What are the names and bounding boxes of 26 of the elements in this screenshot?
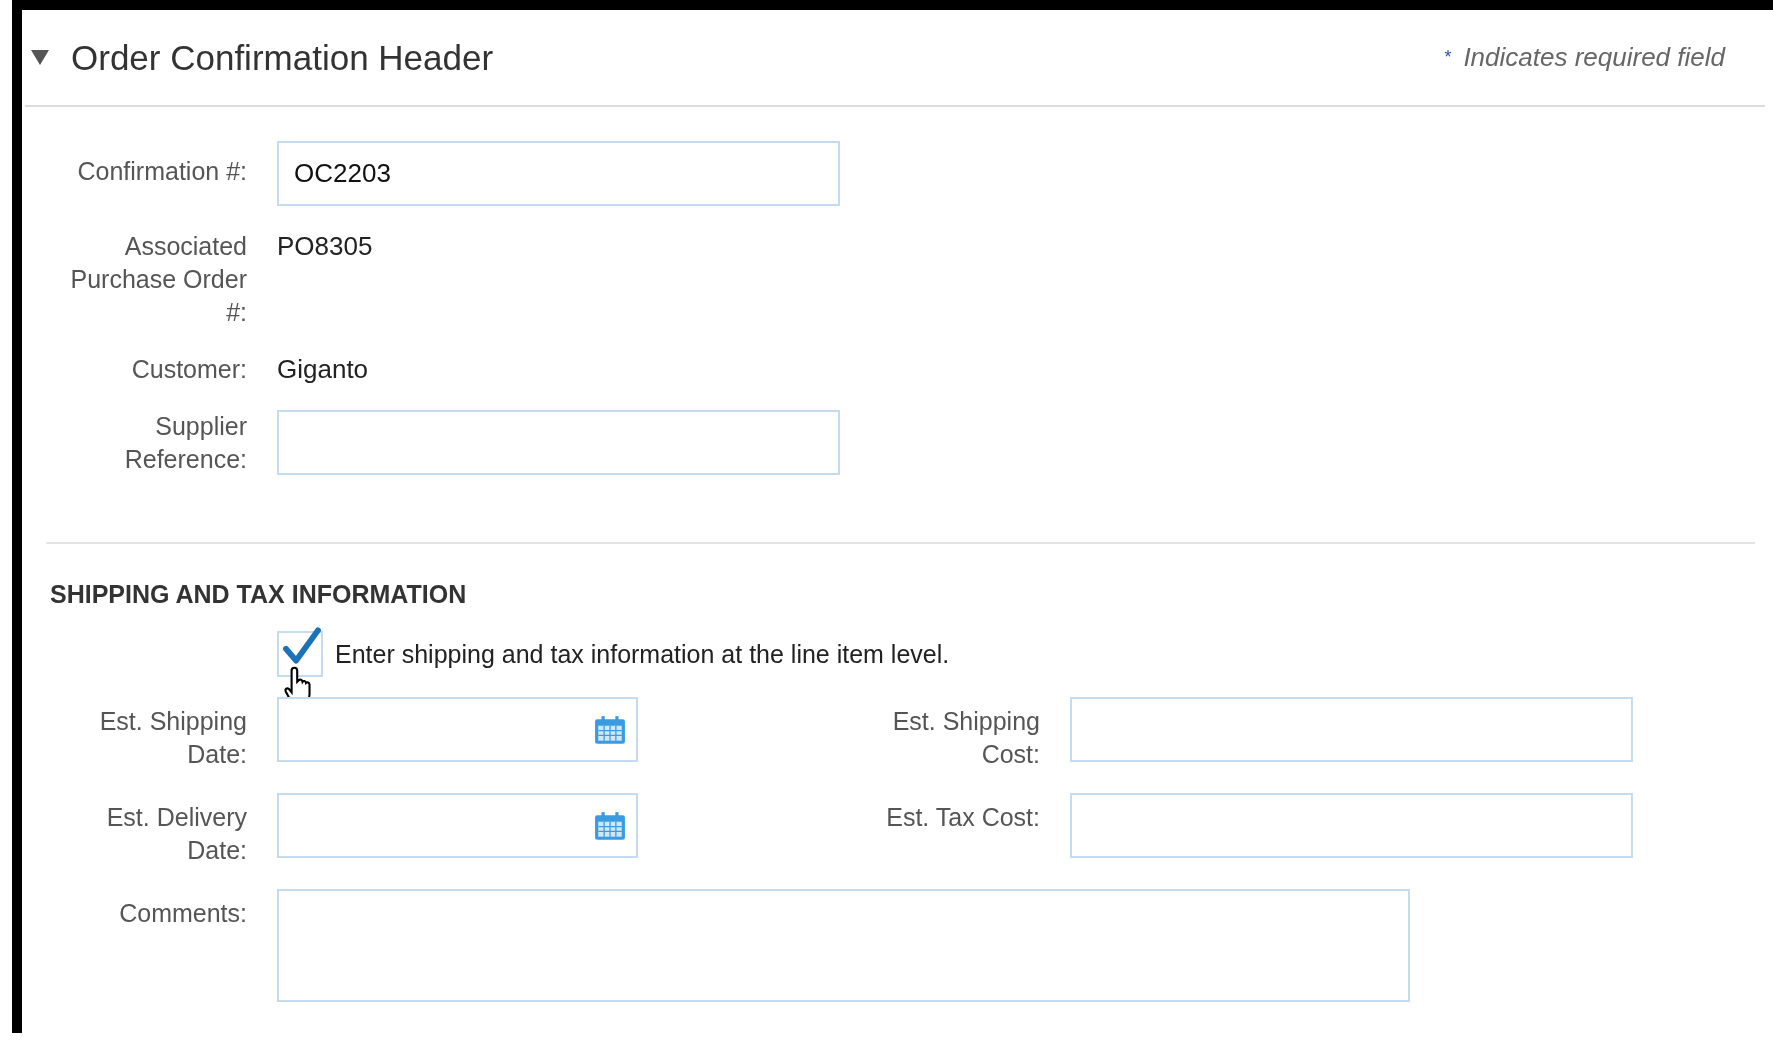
field-label: Confirmation #: xyxy=(77,156,247,187)
field-label: Supplier Reference: xyxy=(123,411,247,475)
field-label: Associated Purchase Order #: xyxy=(69,231,247,328)
section-title: Order Confirmation Header xyxy=(71,37,494,78)
date-field[interactable] xyxy=(277,793,638,858)
date-field[interactable] xyxy=(277,697,638,762)
section-heading: SHIPPING AND TAX INFORMATION xyxy=(50,580,468,609)
text-field[interactable]: OC2203 xyxy=(277,141,840,206)
field-label: Est. Shipping Cost: xyxy=(891,706,1040,770)
collapse-triangle-icon[interactable] xyxy=(31,50,49,65)
required-asterisk: * xyxy=(1444,47,1452,68)
field-label: Est. Tax Cost: xyxy=(886,802,1040,833)
field-label: Customer: xyxy=(131,354,247,385)
calendar-icon[interactable] xyxy=(594,714,626,745)
text-field[interactable] xyxy=(1070,793,1633,858)
comments-field[interactable] xyxy=(277,889,1410,1002)
calendar-icon[interactable] xyxy=(594,810,626,841)
checkbox-label: Enter shipping and tax information at the line item level. xyxy=(335,639,950,669)
required-note: Indicates required field xyxy=(1463,42,1725,73)
field-label: Est. Shipping Date: xyxy=(98,706,247,770)
field-value: Giganto xyxy=(277,354,369,384)
field-label: Comments: xyxy=(118,898,247,929)
field-label: Est. Delivery Date: xyxy=(105,802,247,866)
text-field[interactable] xyxy=(1070,697,1633,762)
text-field[interactable] xyxy=(277,410,840,475)
field-value: PO8305 xyxy=(277,231,373,261)
